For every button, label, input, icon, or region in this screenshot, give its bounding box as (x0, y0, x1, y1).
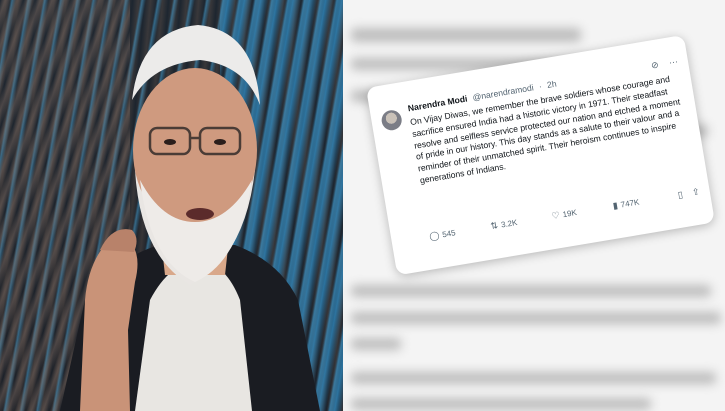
tweet-actions-right: ▯ ⇧ (670, 186, 700, 202)
heart-icon: ♡ (550, 209, 561, 222)
speaker-photo (0, 0, 343, 411)
bookmark-icon[interactable]: ▯ (677, 189, 684, 200)
grok-icon[interactable]: ⊘ (650, 59, 659, 70)
repost-count: 3.2K (500, 217, 519, 230)
views-icon: ▮ (612, 200, 619, 211)
reply-count: 545 (441, 228, 457, 240)
more-icon[interactable]: ··· (668, 56, 679, 67)
speaker-figure (60, 25, 320, 411)
views-count: 747K (620, 197, 640, 210)
tweet-time[interactable]: 2h (546, 79, 557, 90)
reply-button[interactable]: ◯545 (429, 227, 457, 242)
avatar[interactable] (380, 108, 404, 132)
reply-icon: ◯ (428, 229, 441, 242)
like-button[interactable]: ♡19K (551, 207, 578, 222)
repost-icon: ⇅ (489, 220, 499, 232)
share-icon[interactable]: ⇧ (691, 186, 700, 197)
tweet-header-icons: ⊘ ··· (642, 56, 678, 73)
meta-separator: · (538, 81, 543, 92)
repost-button[interactable]: ⇅3.2K (490, 217, 518, 232)
like-count: 19K (561, 207, 578, 220)
views-button[interactable]: ▮747K (612, 197, 640, 212)
